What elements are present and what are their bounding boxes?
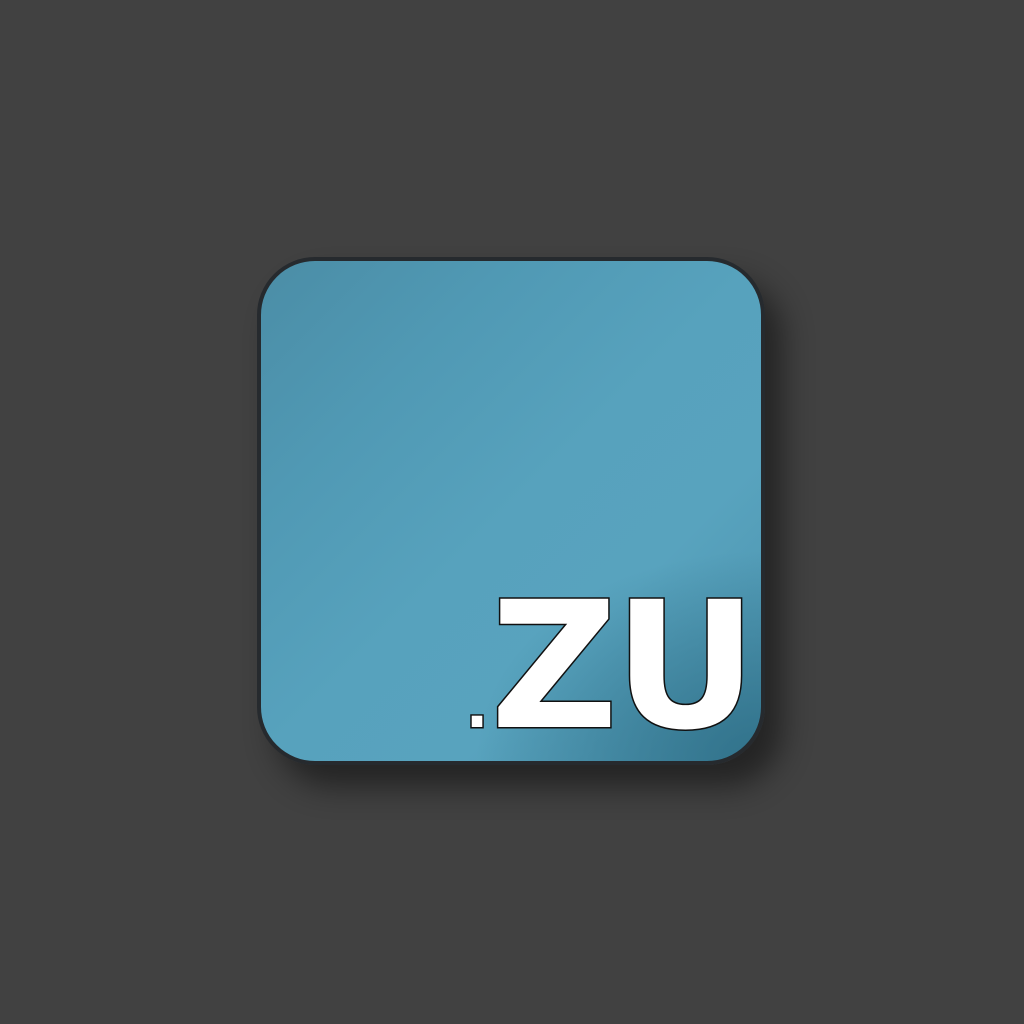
extension-dot: .	[464, 672, 490, 742]
file-extension-label: .ZU	[464, 577, 758, 756]
extension-text: ZU	[489, 564, 759, 765]
file-type-icon: .ZU	[257, 257, 765, 765]
canvas: .ZU	[0, 0, 1024, 1024]
